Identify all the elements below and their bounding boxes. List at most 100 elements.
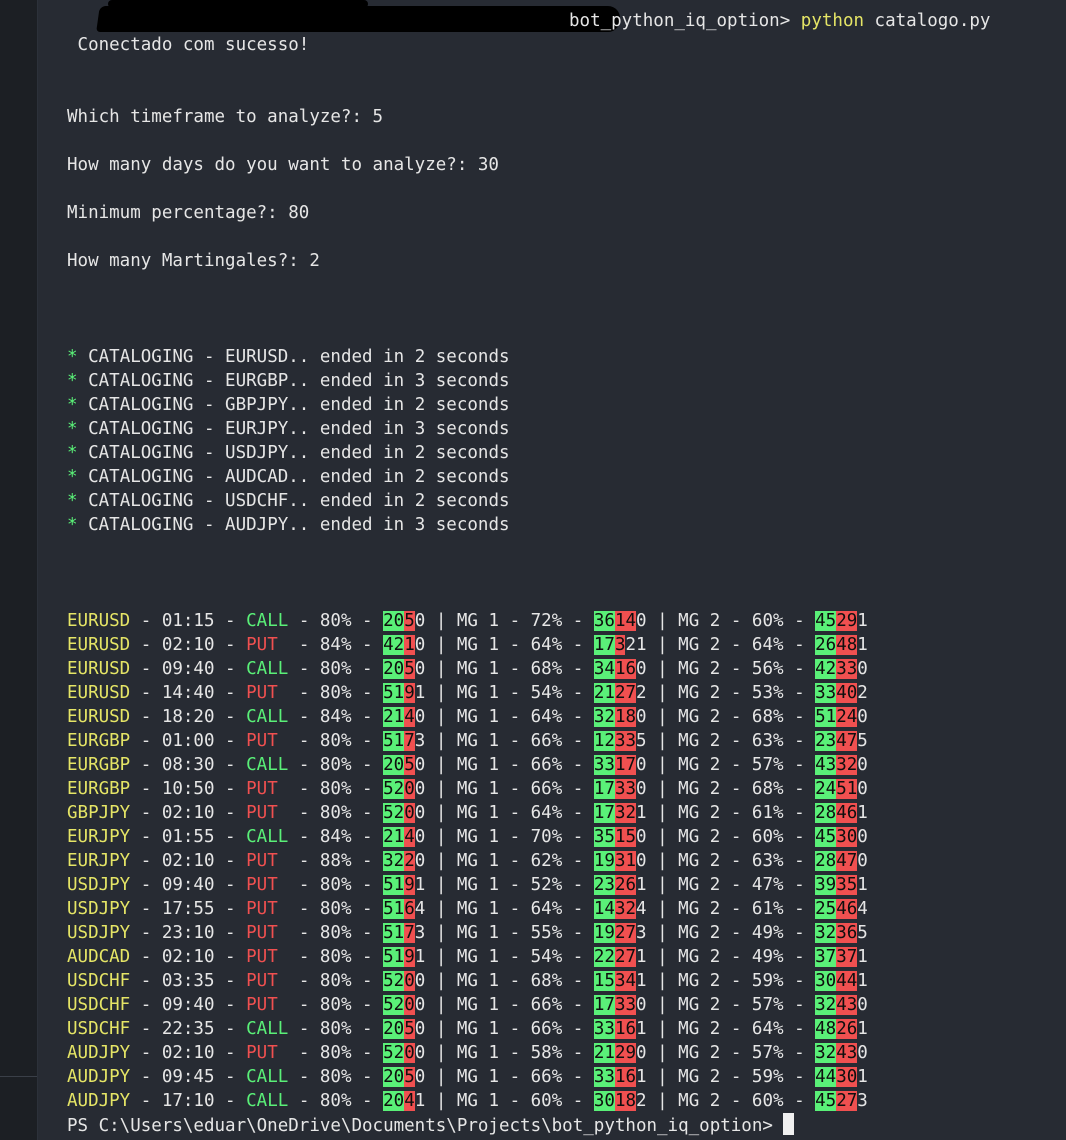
result-pct: - 80% - — [288, 611, 384, 631]
count-loss: 4 — [404, 1091, 415, 1111]
mg2-win: 26 — [815, 635, 837, 655]
result-row: EURUSD - 18:20 - CALL - 84% - 2140 | MG … — [67, 705, 868, 729]
catalog-log-line: * CATALOGING - AUDJPY.. ended in 3 secon… — [67, 513, 510, 537]
result-row: USDCHF - 09:40 - PUT - 80% - 5200 | MG 1… — [67, 993, 868, 1017]
result-sep: - 08:30 - — [130, 755, 247, 775]
result-mg2: | MG 2 - 57% - — [646, 1043, 816, 1063]
result-direction: PUT — [246, 731, 289, 751]
mg2-win: 32 — [815, 995, 837, 1015]
result-pct: - 80% - — [288, 683, 384, 703]
result-pct: - 80% - — [288, 755, 384, 775]
result-direction: CALL — [246, 1019, 289, 1039]
mg2-loss: 27 — [836, 1091, 858, 1111]
result-pct: - 80% - — [288, 875, 384, 895]
result-sep: - 02:10 - — [130, 803, 247, 823]
result-mg1: | MG 1 - 66% - — [425, 995, 594, 1015]
result-mg1: | MG 1 - 70% - — [425, 827, 594, 847]
mg2-draw: 2 — [857, 683, 868, 703]
result-row: EURUSD - 14:40 - PUT - 80% - 5191 | MG 1… — [67, 681, 868, 705]
result-row: USDJPY - 17:55 - PUT - 80% - 5164 | MG 1… — [67, 897, 868, 921]
result-direction: CALL — [246, 659, 289, 679]
result-mg2: | MG 2 - 63% - — [646, 851, 816, 871]
final-prompt-line[interactable]: PS C:\Users\eduar\OneDrive\Documents\Pro… — [67, 1113, 795, 1137]
mg1-draw: 0 — [636, 827, 647, 847]
result-mg1: | MG 1 - 64% - — [425, 635, 594, 655]
catalog-log-line: * CATALOGING - EURUSD.. ended in 2 secon… — [67, 345, 510, 369]
mg1-draw: 0 — [636, 707, 647, 727]
result-row: EURJPY - 01:55 - CALL - 84% - 2140 | MG … — [67, 825, 868, 849]
result-pct: - 80% - — [288, 1043, 384, 1063]
result-direction: PUT — [246, 779, 289, 799]
result-row: USDJPY - 23:10 - PUT - 80% - 5173 | MG 1… — [67, 921, 868, 945]
count-win: 20 — [383, 659, 405, 679]
result-direction: PUT — [246, 803, 289, 823]
mg2-win: 37 — [815, 947, 837, 967]
redaction-scribble — [96, 6, 622, 32]
count-draw: 1 — [414, 683, 426, 703]
result-pair: EURUSD — [67, 611, 131, 631]
mg1-win: 17 — [593, 635, 615, 655]
result-pair: EURUSD — [67, 707, 131, 727]
mg2-win: 24 — [815, 779, 837, 799]
result-row: USDCHF - 03:35 - PUT - 80% - 5200 | MG 1… — [67, 969, 868, 993]
result-sep: - 17:10 - — [130, 1091, 247, 1111]
result-pct: - 80% - — [288, 923, 384, 943]
count-win: 51 — [383, 683, 405, 703]
result-direction: CALL — [246, 707, 289, 727]
count-loss: 0 — [404, 995, 415, 1015]
result-sep: - 09:40 - — [130, 875, 247, 895]
mg1-draw: 2 — [636, 1091, 647, 1111]
mg2-loss: 26 — [836, 1019, 858, 1039]
text-cursor — [783, 1113, 795, 1135]
result-mg2: | MG 2 - 68% - — [646, 707, 816, 727]
mg1-draw: 0 — [636, 611, 647, 631]
mg2-win: 32 — [815, 1043, 837, 1063]
result-direction: PUT — [246, 1043, 289, 1063]
mg2-loss: 24 — [836, 707, 858, 727]
catalog-log-line: * CATALOGING - GBPJPY.. ended in 2 secon… — [67, 393, 510, 417]
count-loss: 0 — [404, 971, 415, 991]
result-mg1: | MG 1 - 55% - — [425, 923, 594, 943]
result-direction: PUT — [246, 971, 289, 991]
mg2-loss: 43 — [836, 995, 858, 1015]
result-row: GBPJPY - 02:10 - PUT - 80% - 5200 | MG 1… — [67, 801, 868, 825]
mg2-win: 42 — [815, 659, 837, 679]
result-pct: - 80% - — [288, 971, 384, 991]
count-win: 52 — [383, 779, 405, 799]
result-sep: - 14:40 - — [130, 683, 247, 703]
count-win: 51 — [383, 899, 405, 919]
result-mg2: | MG 2 - 68% - — [646, 779, 816, 799]
mg1-draw: 0 — [636, 755, 647, 775]
result-mg1: | MG 1 - 66% - — [425, 779, 594, 799]
result-mg2: | MG 2 - 47% - — [646, 875, 816, 895]
mg2-win: 45 — [815, 827, 837, 847]
mg1-loss: 26 — [614, 875, 637, 895]
result-mg2: | MG 2 - 57% - — [646, 755, 816, 775]
mg1-win: 23 — [593, 875, 615, 895]
mg2-draw: 0 — [857, 659, 868, 679]
mg2-loss: 33 — [836, 659, 858, 679]
mg1-draw: 1 — [636, 947, 647, 967]
result-mg2: | MG 2 - 60% - — [646, 827, 816, 847]
terminal-output[interactable]: bot_python_iq_option> python catalogo.py… — [38, 0, 1066, 1140]
prompt-tail: bot_python_iq_option> — [569, 11, 801, 31]
count-loss: 5 — [404, 1067, 415, 1087]
mg1-win: 17 — [593, 995, 615, 1015]
count-loss: 1 — [404, 635, 415, 655]
result-pair: USDJPY — [67, 875, 131, 895]
result-mg1: | MG 1 - 66% - — [425, 1067, 594, 1087]
mg2-loss: 30 — [836, 1067, 858, 1087]
count-loss: 5 — [404, 1019, 415, 1039]
result-direction: CALL — [246, 1091, 289, 1111]
mg2-win: 25 — [815, 899, 837, 919]
result-direction: PUT — [246, 923, 289, 943]
count-draw: 0 — [414, 707, 426, 727]
count-win: 21 — [383, 707, 405, 727]
mg1-loss: 15 — [614, 827, 637, 847]
count-draw: 0 — [414, 995, 426, 1015]
result-mg2: | MG 2 - 53% - — [646, 683, 816, 703]
mg1-loss: 34 — [614, 971, 637, 991]
count-win: 20 — [383, 1019, 405, 1039]
mg2-loss: 29 — [836, 611, 858, 631]
mg1-loss: 33 — [614, 731, 637, 751]
